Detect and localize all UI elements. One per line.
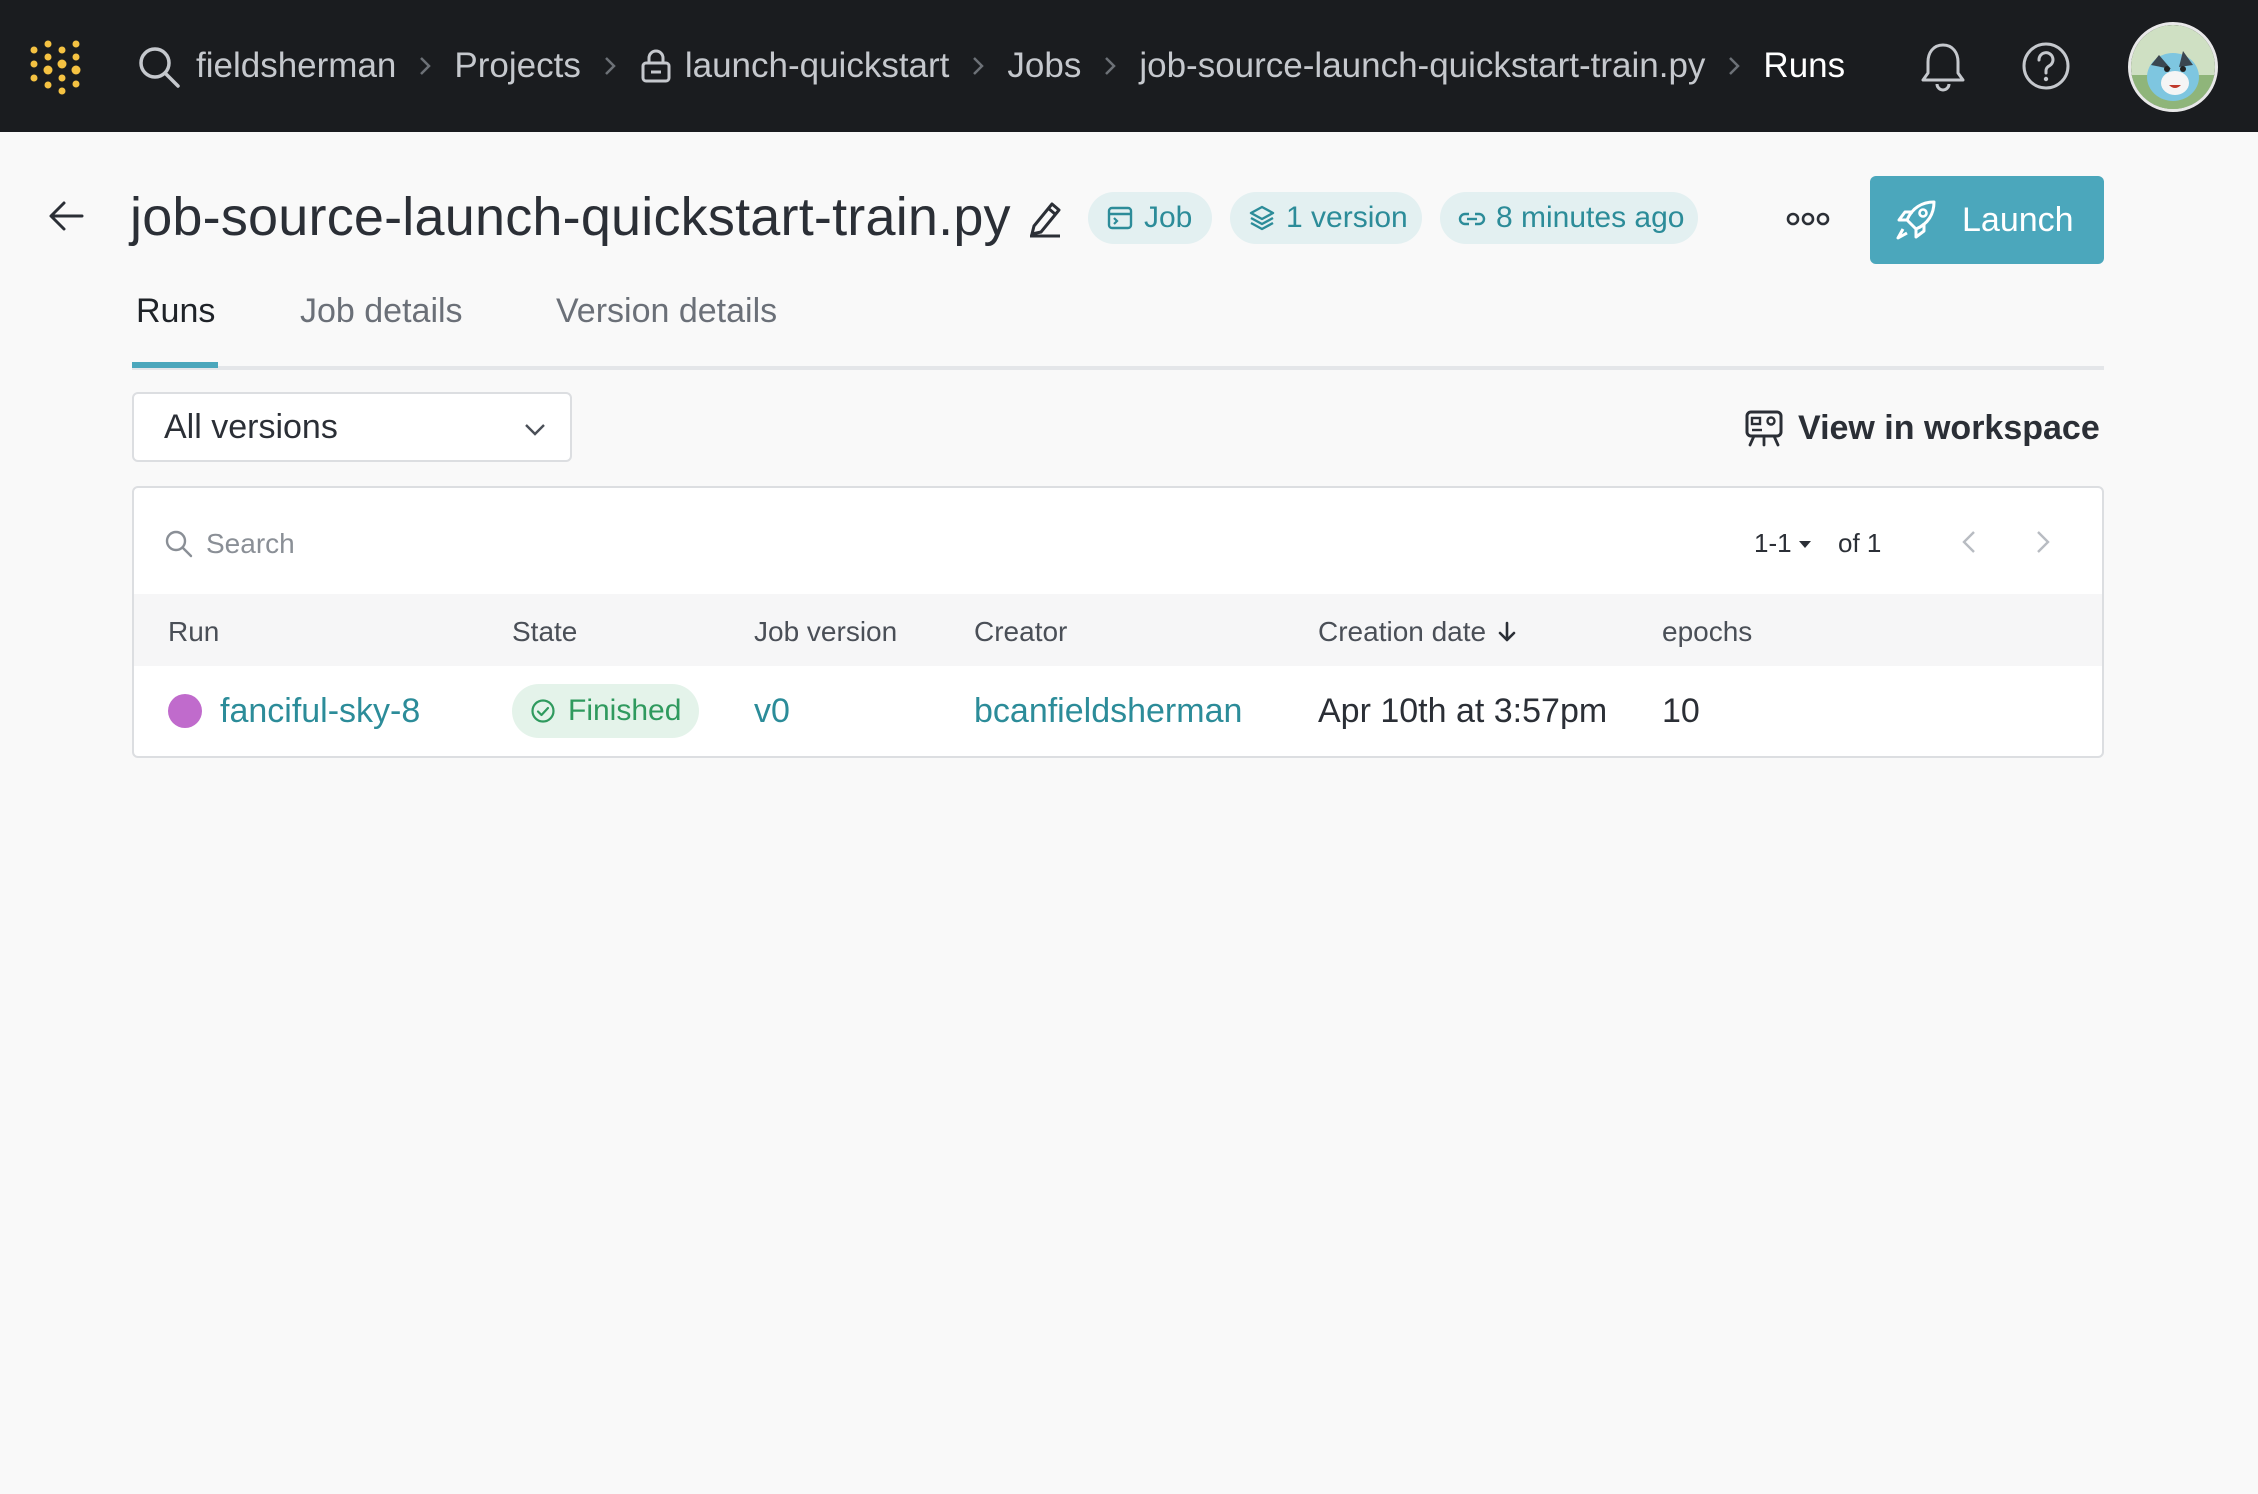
breadcrumb-project[interactable]: launch-quickstart: [639, 46, 950, 86]
column-header-creator[interactable]: Creator: [974, 616, 1067, 648]
breadcrumb-projects[interactable]: Projects: [454, 46, 580, 86]
column-header-creation-date-label: Creation date: [1318, 616, 1487, 647]
chevron-right-icon: [1705, 55, 1763, 77]
breadcrumb-jobs[interactable]: Jobs: [1007, 46, 1081, 86]
breadcrumb-job[interactable]: job-source-launch-quickstart-train.py: [1139, 46, 1705, 86]
search-icon: [165, 530, 193, 558]
breadcrumb-runs: Runs: [1763, 46, 1846, 85]
table-search[interactable]: Search: [164, 524, 295, 564]
breadcrumb: fieldsherman Projects launch-quickstart …: [196, 0, 1845, 132]
epochs-cell: 10: [1662, 692, 1700, 730]
run-color-dot[interactable]: [168, 694, 202, 728]
breadcrumb-project-label: launch-quickstart: [684, 46, 950, 85]
creation-date-cell: Apr 10th at 3:57pm: [1318, 692, 1608, 730]
bell-icon[interactable]: [1918, 40, 1968, 92]
table-header: Run State Job version Creator Creation d…: [134, 594, 2102, 666]
page-title: job-source-launch-quickstart-train.py: [130, 187, 1011, 247]
tab-runs[interactable]: Runs: [136, 292, 215, 331]
launch-button-label: Launch: [1962, 200, 2074, 239]
version-count-label: 1 version: [1286, 201, 1408, 234]
version-count-chip[interactable]: 1 version: [1230, 192, 1422, 244]
help-icon[interactable]: [2020, 40, 2072, 92]
launch-button[interactable]: Launch: [1870, 176, 2104, 264]
status-badge-label: Finished: [568, 694, 682, 727]
column-header-run[interactable]: Run: [168, 616, 219, 648]
creator-link[interactable]: bcanfieldsherman: [974, 692, 1242, 731]
column-header-state[interactable]: State: [512, 616, 577, 648]
chevron-right-icon: [396, 55, 454, 77]
tab-bar: Runs Job details Version details: [132, 292, 2104, 370]
pager-total: of 1: [1838, 528, 1882, 558]
chevron-left-icon[interactable]: [1956, 528, 1984, 556]
workspace-icon: [1745, 410, 1783, 447]
rocket-icon: [1896, 200, 1936, 240]
search-icon[interactable]: [136, 44, 182, 90]
job-type-chip: Job: [1088, 192, 1212, 244]
view-in-workspace-label: View in workspace: [1798, 408, 2100, 447]
view-in-workspace-button[interactable]: View in workspace: [1744, 404, 2100, 452]
column-header-epochs[interactable]: epochs: [1662, 616, 1752, 648]
check-circle-icon: [531, 699, 555, 723]
caret-down-icon: [1798, 540, 1811, 548]
job-type-label: Job: [1144, 201, 1193, 234]
layers-icon: [1249, 205, 1275, 231]
chevron-right-icon[interactable]: [2028, 528, 2056, 556]
active-tab-indicator: [132, 362, 218, 368]
table-search-placeholder: Search: [206, 528, 295, 559]
table-row: fanciful-sky-8 Finished v0 bcanfieldsher…: [134, 666, 2102, 754]
version-select-value: All versions: [164, 407, 338, 446]
tab-version-details[interactable]: Version details: [556, 292, 777, 331]
tab-job-details[interactable]: Job details: [300, 292, 463, 331]
runs-table: Search 1-1 of 1 Run State Job version Cr…: [132, 486, 2104, 758]
run-name-link[interactable]: fanciful-sky-8: [220, 692, 420, 731]
job-icon: [1107, 206, 1133, 230]
top-nav-bar: fieldsherman Projects launch-quickstart …: [0, 0, 2258, 132]
job-version-link[interactable]: v0: [754, 692, 790, 731]
pager-range-label: 1-1: [1754, 528, 1792, 558]
status-badge: Finished: [512, 684, 700, 738]
column-header-job-version[interactable]: Job version: [754, 616, 897, 648]
more-options-icon[interactable]: [1786, 208, 1830, 230]
updated-time-chip: 8 minutes ago: [1440, 192, 1698, 244]
sort-descending-icon: [1498, 621, 1516, 642]
column-header-creation-date[interactable]: Creation date: [1318, 616, 1518, 648]
back-arrow-icon[interactable]: [46, 196, 86, 236]
chevron-right-icon: [1081, 55, 1139, 77]
link-icon: [1458, 212, 1486, 226]
page-size-select[interactable]: 1-1: [1754, 528, 1812, 559]
breadcrumb-entity[interactable]: fieldsherman: [196, 46, 396, 86]
chevron-down-icon: [525, 424, 545, 436]
version-select[interactable]: All versions: [132, 392, 572, 462]
avatar[interactable]: [2128, 22, 2218, 112]
chevron-right-icon: [949, 55, 1007, 77]
chevron-right-icon: [581, 55, 639, 77]
app-logo-icon[interactable]: [28, 40, 84, 96]
updated-time-label: 8 minutes ago: [1496, 201, 1685, 234]
pencil-icon[interactable]: [1026, 198, 1064, 238]
lock-icon: [641, 49, 671, 83]
